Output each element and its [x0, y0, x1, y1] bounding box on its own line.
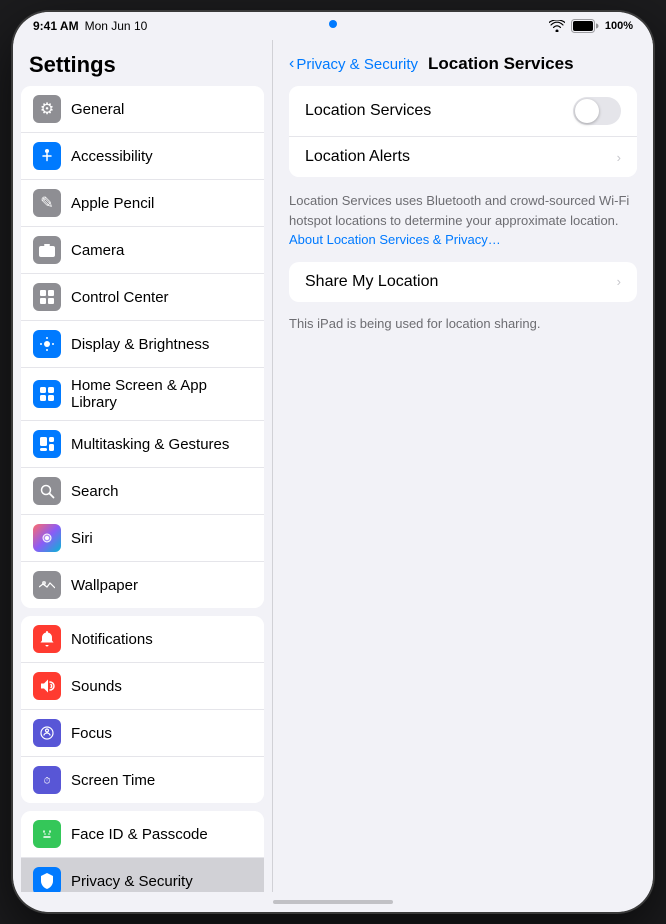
- back-label: Privacy & Security: [296, 56, 418, 73]
- camera-icon: [33, 236, 61, 264]
- sidebar-label-privacy-security: Privacy & Security: [71, 873, 193, 890]
- sidebar-group-2: Notifications Sounds Focus: [21, 616, 264, 803]
- sidebar-label-screen-time: Screen Time: [71, 772, 155, 789]
- sidebar-item-wallpaper[interactable]: Wallpaper: [21, 562, 264, 608]
- sidebar-label-wallpaper: Wallpaper: [71, 577, 138, 594]
- share-my-location-label: Share My Location: [305, 273, 617, 291]
- battery-icon: [571, 19, 599, 33]
- sidebar-item-sounds[interactable]: Sounds: [21, 663, 264, 710]
- share-my-location-chevron-icon: ›: [617, 274, 621, 289]
- sidebar-label-control-center: Control Center: [71, 289, 169, 306]
- sidebar-item-focus[interactable]: Focus: [21, 710, 264, 757]
- sidebar-label-apple-pencil: Apple Pencil: [71, 195, 154, 212]
- sidebar-item-control-center[interactable]: Control Center: [21, 274, 264, 321]
- location-services-label: Location Services: [305, 102, 573, 120]
- about-location-link[interactable]: About Location Services & Privacy…: [289, 232, 501, 247]
- sidebar-item-apple-pencil[interactable]: ✎ Apple Pencil: [21, 180, 264, 227]
- screen: 9:41 AM Mon Jun 10 100%: [13, 12, 653, 912]
- sidebar-item-multitasking[interactable]: Multitasking & Gestures: [21, 421, 264, 468]
- back-chevron-icon: ‹: [289, 55, 294, 73]
- battery-label: 100%: [605, 20, 633, 32]
- ipad-frame: 9:41 AM Mon Jun 10 100%: [13, 12, 653, 912]
- status-right: 100%: [549, 19, 633, 33]
- sidebar-label-sounds: Sounds: [71, 678, 122, 695]
- multitasking-icon: [33, 430, 61, 458]
- sidebar-label-accessibility: Accessibility: [71, 148, 153, 165]
- sidebar-label-face-id: Face ID & Passcode: [71, 826, 208, 843]
- share-location-group: Share My Location ›: [289, 262, 637, 302]
- status-left: 9:41 AM Mon Jun 10: [33, 19, 147, 33]
- detail-header: ‹ Privacy & Security Location Services: [273, 40, 653, 86]
- sidebar-item-camera[interactable]: Camera: [21, 227, 264, 274]
- notifications-icon: [33, 625, 61, 653]
- sidebar-group-1: ⚙ General Accessibility ✎ Apple Pencil: [21, 86, 264, 608]
- sidebar-label-siri: Siri: [71, 530, 93, 547]
- main-area: Settings ⚙ General Accessibility ✎: [13, 40, 653, 892]
- sidebar-title: Settings: [13, 40, 272, 86]
- location-services-description: Location Services uses Bluetooth and cro…: [273, 185, 653, 262]
- detail-title: Location Services: [428, 54, 574, 74]
- sidebar-label-search: Search: [71, 483, 119, 500]
- sounds-icon: [33, 672, 61, 700]
- location-services-toggle[interactable]: [573, 97, 621, 125]
- share-sub-text: This iPad is being used for location sha…: [273, 310, 653, 341]
- status-date: Mon Jun 10: [85, 19, 148, 33]
- face-id-icon: [33, 820, 61, 848]
- control-center-icon: [33, 283, 61, 311]
- sidebar-label-general: General: [71, 101, 124, 118]
- apple-pencil-icon: ✎: [33, 189, 61, 217]
- home-indicator: [13, 892, 653, 912]
- toggle-knob: [575, 99, 599, 123]
- location-alerts-label: Location Alerts: [305, 148, 617, 166]
- wifi-icon: [549, 20, 565, 32]
- sidebar-label-home-screen: Home Screen & App Library: [71, 377, 252, 411]
- screen-time-icon: ⏱: [33, 766, 61, 794]
- sidebar: Settings ⚙ General Accessibility ✎: [13, 40, 273, 892]
- siri-icon: [33, 524, 61, 552]
- wallpaper-icon: [33, 571, 61, 599]
- share-my-location-row[interactable]: Share My Location ›: [289, 262, 637, 302]
- sidebar-item-siri[interactable]: Siri: [21, 515, 264, 562]
- sidebar-label-multitasking: Multitasking & Gestures: [71, 436, 229, 453]
- location-services-row: Location Services: [289, 86, 637, 137]
- sidebar-label-camera: Camera: [71, 242, 124, 259]
- sidebar-item-display-brightness[interactable]: Display & Brightness: [21, 321, 264, 368]
- sidebar-item-general[interactable]: ⚙ General: [21, 86, 264, 133]
- sidebar-label-notifications: Notifications: [71, 631, 153, 648]
- sidebar-item-home-screen[interactable]: Home Screen & App Library: [21, 368, 264, 421]
- sidebar-item-screen-time[interactable]: ⏱ Screen Time: [21, 757, 264, 803]
- location-alerts-chevron-icon: ›: [617, 150, 621, 165]
- dot-indicator: [329, 20, 337, 28]
- focus-icon: [33, 719, 61, 747]
- home-bar: [273, 900, 393, 904]
- sidebar-item-accessibility[interactable]: Accessibility: [21, 133, 264, 180]
- sidebar-item-privacy-security[interactable]: Privacy & Security: [21, 858, 264, 892]
- location-services-group: Location Services Location Alerts ›: [289, 86, 637, 177]
- search-icon: [33, 477, 61, 505]
- privacy-security-icon: [33, 867, 61, 892]
- sidebar-label-display-brightness: Display & Brightness: [71, 336, 209, 353]
- sidebar-label-focus: Focus: [71, 725, 112, 742]
- location-alerts-row[interactable]: Location Alerts ›: [289, 137, 637, 177]
- status-time: 9:41 AM: [33, 19, 79, 33]
- svg-text:⏱: ⏱: [43, 776, 50, 786]
- display-brightness-icon: [33, 330, 61, 358]
- detail-panel: ‹ Privacy & Security Location Services L…: [273, 40, 653, 892]
- status-bar: 9:41 AM Mon Jun 10 100%: [13, 12, 653, 40]
- sidebar-item-search[interactable]: Search: [21, 468, 264, 515]
- back-button[interactable]: ‹ Privacy & Security: [289, 55, 418, 73]
- sidebar-item-notifications[interactable]: Notifications: [21, 616, 264, 663]
- sidebar-group-3: Face ID & Passcode Privacy & Security: [21, 811, 264, 892]
- sidebar-item-face-id[interactable]: Face ID & Passcode: [21, 811, 264, 858]
- accessibility-icon: [33, 142, 61, 170]
- home-screen-icon: [33, 380, 61, 408]
- general-icon: ⚙: [33, 95, 61, 123]
